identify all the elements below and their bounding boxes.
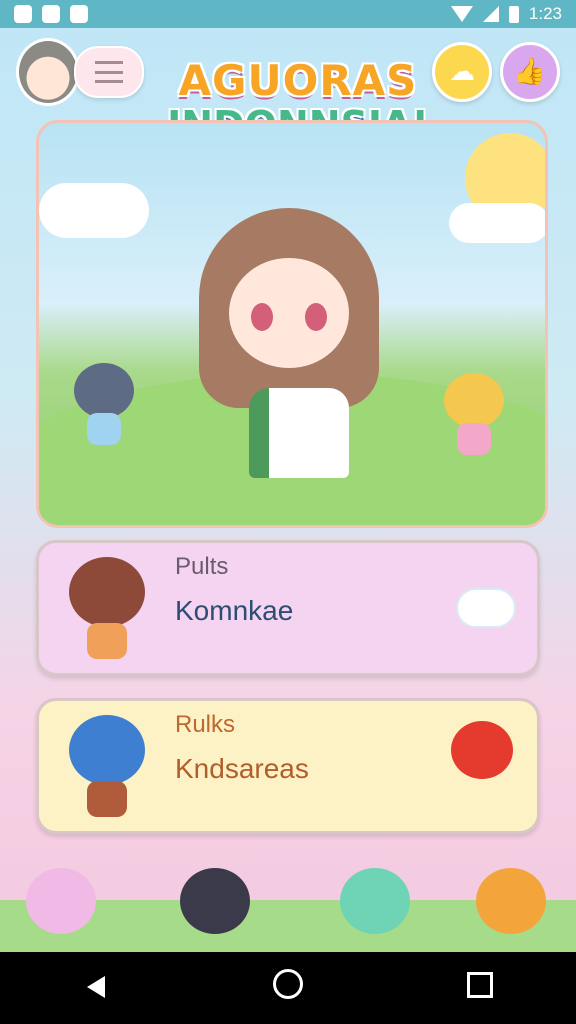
main-character[interactable] bbox=[189, 198, 389, 498]
home-button[interactable] bbox=[258, 969, 318, 1007]
side-character-left[interactable] bbox=[69, 363, 139, 453]
menu-button[interactable] bbox=[74, 46, 144, 98]
character-body bbox=[249, 388, 349, 478]
character-body bbox=[87, 623, 127, 659]
card-subtitle: Kndsareas bbox=[175, 753, 309, 784]
character-body bbox=[87, 781, 127, 817]
system-icons: 1:23 bbox=[450, 4, 562, 24]
roster-character[interactable] bbox=[170, 860, 260, 952]
card-pults[interactable]: Pults Komnkae bbox=[36, 540, 540, 676]
character-head bbox=[69, 715, 145, 785]
character-head bbox=[444, 373, 504, 428]
recents-button[interactable] bbox=[450, 971, 510, 1006]
character-head bbox=[476, 868, 546, 934]
thumbs-up-icon: 👍 bbox=[513, 57, 547, 87]
roster-character[interactable] bbox=[16, 860, 106, 952]
card-subtitle: Komnkae bbox=[175, 595, 294, 626]
app-icon-3 bbox=[70, 5, 88, 23]
battery-icon bbox=[508, 5, 519, 23]
side-character-right[interactable] bbox=[439, 373, 509, 463]
character-head bbox=[69, 557, 145, 627]
eye-icon bbox=[305, 303, 327, 331]
notification-icons bbox=[14, 5, 88, 23]
roster-character[interactable] bbox=[466, 860, 556, 952]
character-body bbox=[87, 413, 121, 445]
character-scene[interactable] bbox=[36, 120, 548, 528]
status-time: 1:23 bbox=[528, 4, 562, 23]
cloud-icon: ☁ bbox=[449, 57, 475, 87]
cloud-icon bbox=[455, 577, 517, 639]
wifi-icon bbox=[450, 6, 473, 22]
character-body bbox=[457, 423, 491, 455]
home-icon bbox=[273, 969, 303, 999]
cloud-decoration bbox=[39, 183, 149, 238]
card-title: Rulks bbox=[175, 711, 236, 738]
card-character bbox=[57, 707, 157, 827]
app-icon-1 bbox=[14, 5, 32, 23]
cloud-decoration bbox=[449, 203, 545, 243]
thumbs-up-button[interactable]: 👍 bbox=[500, 42, 560, 102]
character-head bbox=[180, 868, 250, 934]
character-face bbox=[229, 258, 349, 368]
logo-line-1: AGUORAS bbox=[178, 56, 418, 105]
character-head bbox=[74, 363, 134, 418]
apple-icon bbox=[451, 719, 513, 781]
card-title: Pults bbox=[175, 553, 229, 580]
character-roster bbox=[0, 860, 576, 952]
back-icon bbox=[87, 975, 105, 998]
navigation-bar bbox=[0, 952, 576, 1024]
back-button[interactable] bbox=[66, 971, 126, 1006]
eye-icon bbox=[251, 303, 273, 331]
cloud-button[interactable]: ☁ bbox=[432, 42, 492, 102]
card-character bbox=[57, 549, 157, 669]
app-icon-2 bbox=[42, 5, 60, 23]
status-bar: 1:23 bbox=[0, 0, 576, 28]
character-head bbox=[26, 868, 96, 934]
menu-icon bbox=[95, 61, 123, 83]
recents-icon bbox=[467, 971, 493, 998]
signal-icon bbox=[482, 6, 499, 22]
avatar[interactable] bbox=[16, 38, 80, 106]
character-head bbox=[340, 868, 410, 934]
roster-character[interactable] bbox=[330, 860, 420, 952]
card-rulks[interactable]: Rulks Kndsareas bbox=[36, 698, 540, 834]
